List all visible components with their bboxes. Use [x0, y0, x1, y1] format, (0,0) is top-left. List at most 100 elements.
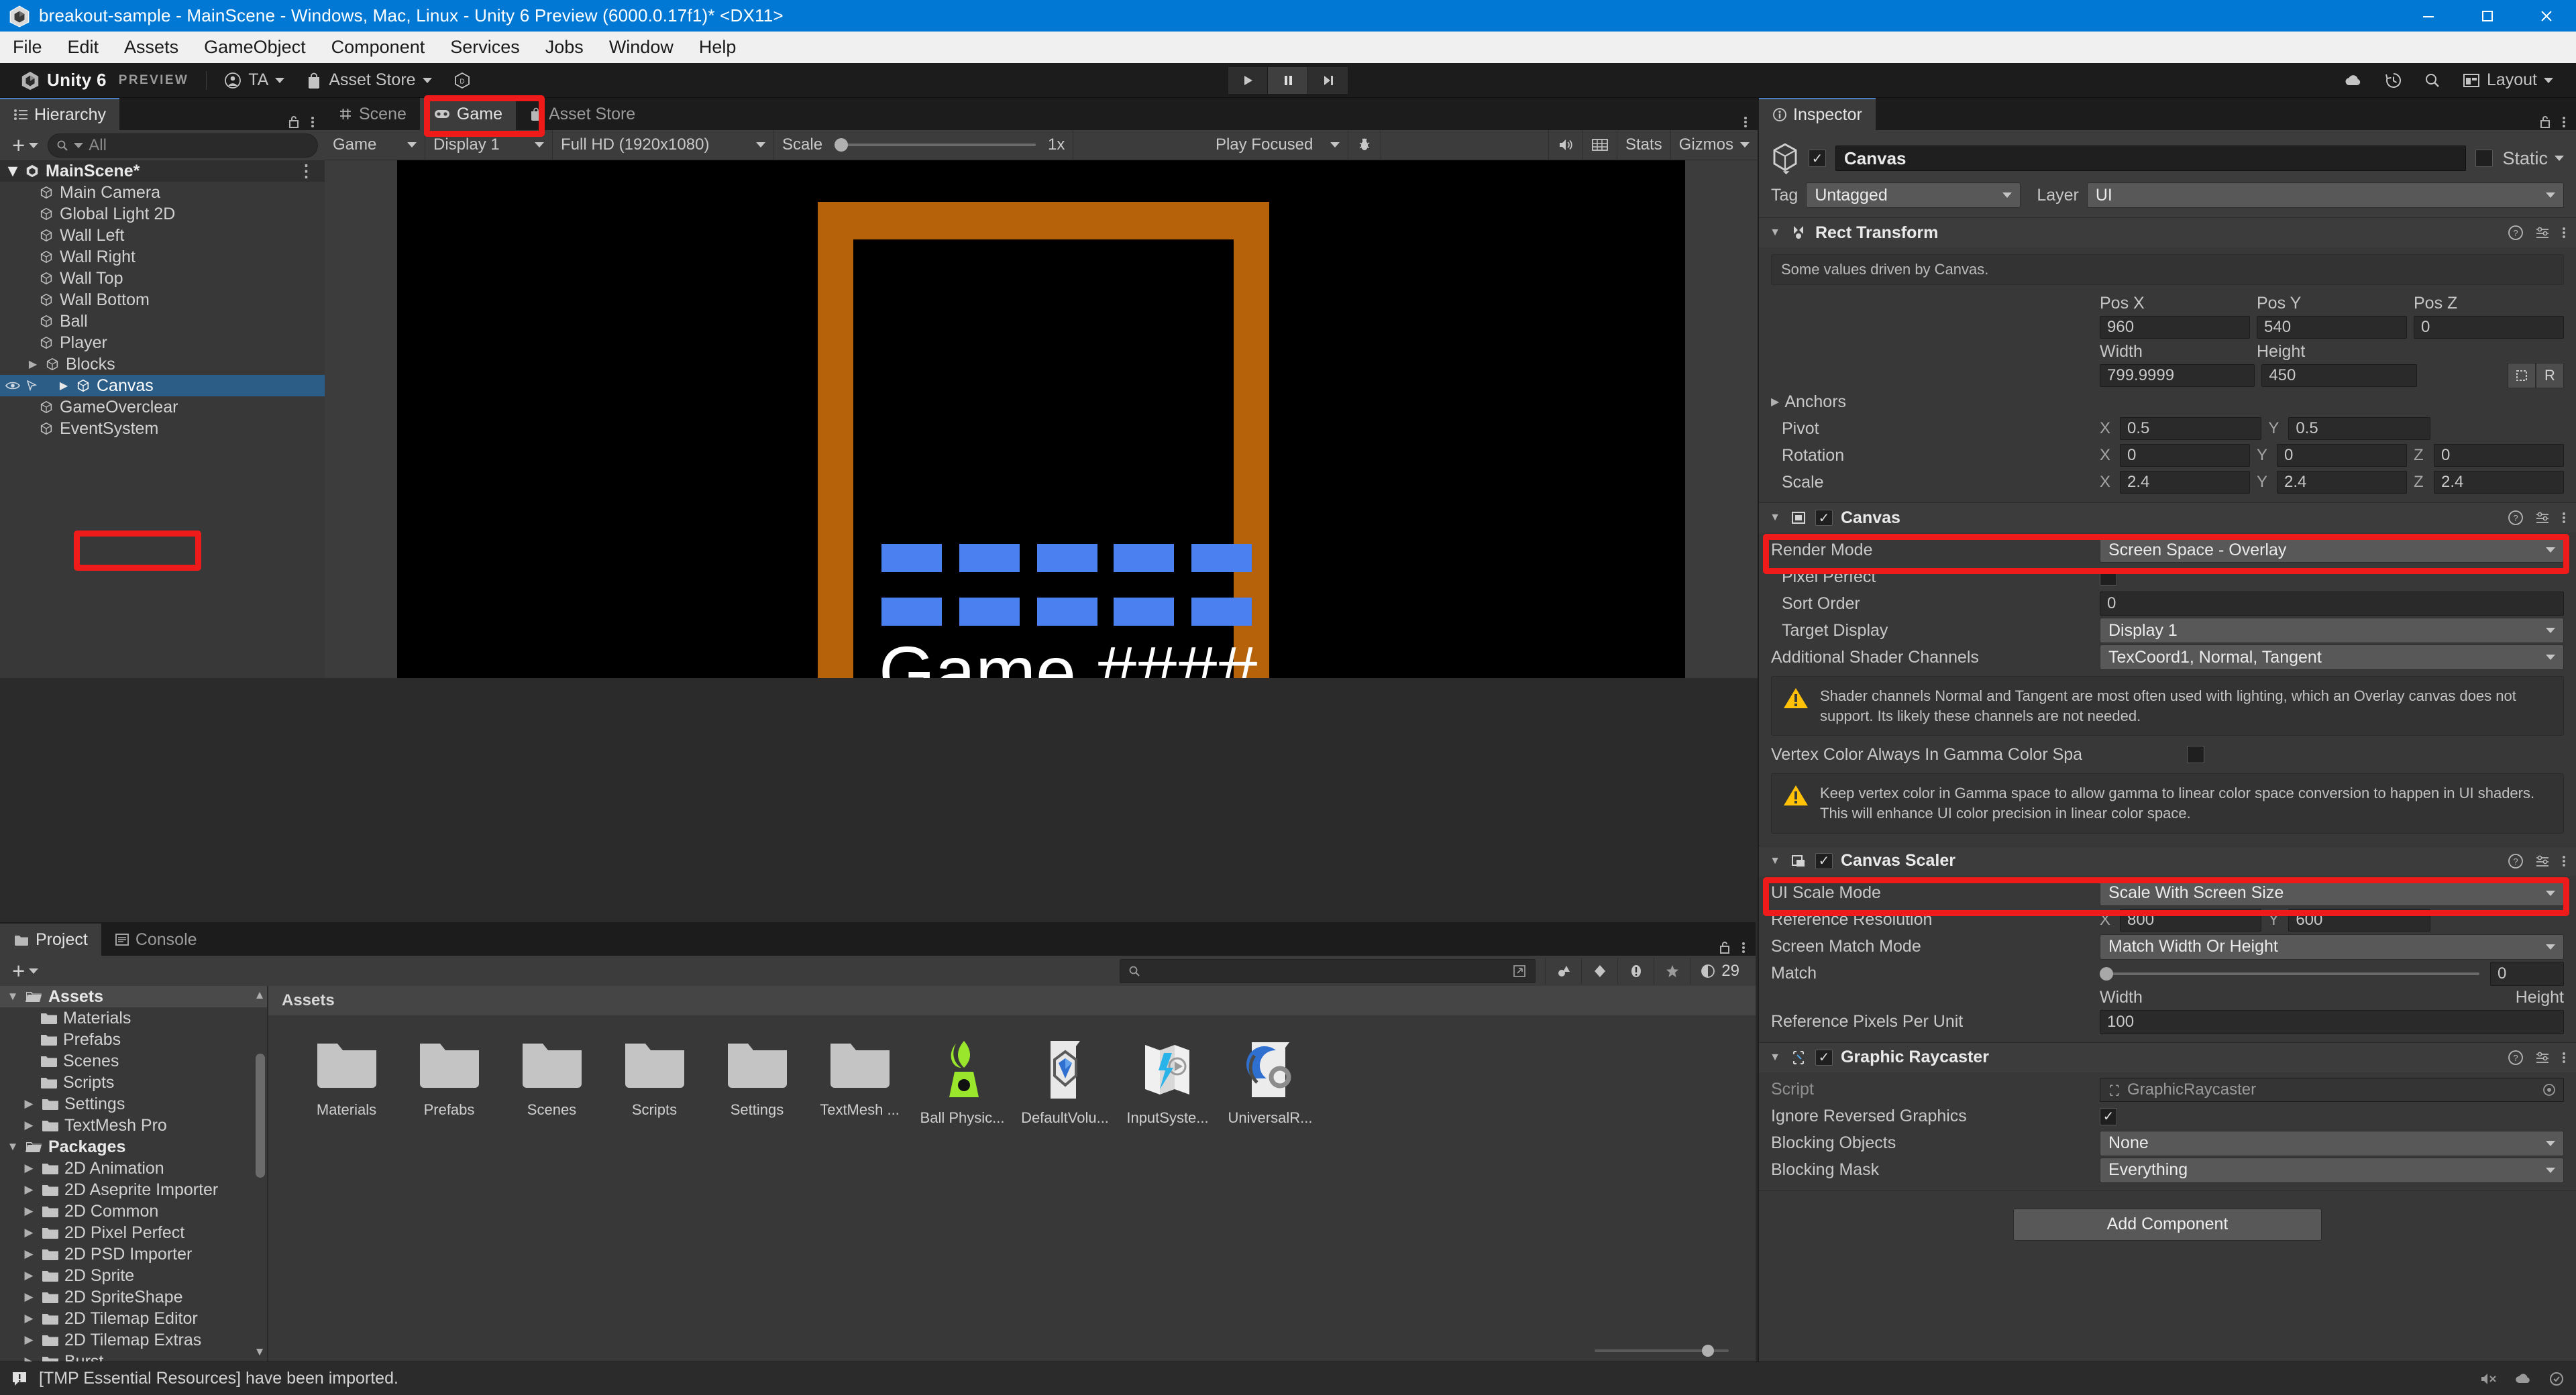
- chevron-expanded-icon[interactable]: ▼: [1768, 512, 1782, 524]
- project-tree-item-2d-tilemap-editor[interactable]: ▶ 2D Tilemap Editor: [0, 1308, 267, 1329]
- project-tree-item-2d-common[interactable]: ▶ 2D Common: [0, 1201, 267, 1222]
- project-tree-item-scripts[interactable]: Scripts: [0, 1072, 267, 1093]
- chevron-collapsed-icon[interactable]: ▶: [21, 1183, 36, 1196]
- hierarchy-item-gameoverclear[interactable]: GameOverclear: [0, 396, 325, 418]
- chevron-expanded-icon[interactable]: ▼: [1768, 855, 1782, 867]
- screen-match-mode-dropdown[interactable]: Match Width Or Height: [2100, 934, 2564, 960]
- gameview-mute-button[interactable]: [1549, 129, 1583, 160]
- hierarchy-add-button[interactable]: +: [7, 133, 44, 158]
- help-icon[interactable]: ?: [2508, 225, 2524, 241]
- scroll-up-arrow-icon[interactable]: ▲: [252, 989, 267, 1002]
- chevron-collapsed-icon[interactable]: ▶: [1771, 395, 1779, 408]
- hierarchy-item-ball[interactable]: Ball: [0, 311, 325, 332]
- asset-item-materials[interactable]: Materials: [295, 1040, 398, 1127]
- chevron-collapsed-icon[interactable]: ▶: [21, 1226, 36, 1239]
- hierarchy-item-player[interactable]: Player: [0, 332, 325, 353]
- chevron-expanded-icon[interactable]: ▼: [5, 162, 21, 181]
- target-display-dropdown[interactable]: Display 1: [2100, 618, 2564, 643]
- preset-icon[interactable]: [2534, 225, 2551, 241]
- hierarchy-item-blocks[interactable]: ▶ Blocks: [0, 353, 325, 375]
- blocking-objects-dropdown[interactable]: None: [2100, 1130, 2564, 1156]
- graphic-raycaster-enabled-checkbox[interactable]: ✓: [1815, 1049, 1833, 1066]
- tab-console[interactable]: Console: [101, 924, 211, 956]
- component-header[interactable]: ▼ ✓ Graphic Raycaster ?: [1759, 1042, 2576, 1072]
- static-checkbox[interactable]: [2475, 150, 2493, 167]
- project-tree-item-scenes[interactable]: Scenes: [0, 1050, 267, 1072]
- menu-item-gameobject[interactable]: GameObject: [191, 32, 319, 63]
- kebab-menu-icon[interactable]: [2561, 853, 2567, 869]
- hierarchy-item-wall-top[interactable]: Wall Top: [0, 268, 325, 289]
- asset-item-scripts[interactable]: Scripts: [603, 1040, 706, 1127]
- render-mode-dropdown[interactable]: Screen Space - Overlay: [2100, 537, 2564, 563]
- project-tree-item-settings[interactable]: ▶ Settings: [0, 1093, 267, 1115]
- menu-item-jobs[interactable]: Jobs: [533, 32, 596, 63]
- gameview-stats-button[interactable]: Stats: [1617, 129, 1671, 160]
- tab-asset-store[interactable]: Asset Store: [515, 98, 649, 130]
- lock-icon[interactable]: [2538, 114, 2552, 130]
- lock-icon[interactable]: [1718, 940, 1731, 956]
- devops-button[interactable]: D: [443, 66, 482, 95]
- project-tree-item-prefabs[interactable]: Prefabs: [0, 1029, 267, 1050]
- asset-zoom-slider[interactable]: [1595, 1345, 1729, 1357]
- cloud-button[interactable]: [2332, 66, 2374, 95]
- kebab-menu-icon[interactable]: [2561, 225, 2567, 241]
- account-button[interactable]: TA: [213, 66, 295, 95]
- eye-icon[interactable]: [5, 380, 20, 391]
- hierarchy-item-wall-bottom[interactable]: Wall Bottom: [0, 289, 325, 311]
- script-object-field[interactable]: GraphicRaycaster: [2100, 1077, 2564, 1102]
- project-tree-item-2d-spriteshape[interactable]: ▶ 2D SpriteShape: [0, 1286, 267, 1308]
- reference-resolution-x-field[interactable]: 800: [2120, 908, 2262, 932]
- project-tree-scrollbar-thumb[interactable]: [256, 1054, 265, 1178]
- component-header[interactable]: ▼ Rect Transform ?: [1759, 218, 2576, 247]
- asset-item-textmesh-pro[interactable]: TextMesh ...: [808, 1040, 911, 1127]
- asset-item-universal-render-pipeline[interactable]: UniversalR...: [1219, 1040, 1322, 1127]
- asset-item-ball-physics-material[interactable]: Ball Physic...: [911, 1040, 1014, 1127]
- rotation-y-field[interactable]: 0: [2277, 444, 2407, 467]
- menu-item-assets[interactable]: Assets: [111, 32, 191, 63]
- project-tree-item-burst[interactable]: ▶ Burst: [0, 1351, 267, 1361]
- chevron-collapsed-icon[interactable]: ▶: [58, 379, 70, 392]
- pixel-perfect-checkbox[interactable]: [2100, 568, 2117, 585]
- chevron-collapsed-icon[interactable]: ▶: [21, 1205, 36, 1218]
- cloud-status-icon[interactable]: [2514, 1371, 2532, 1387]
- chevron-collapsed-icon[interactable]: ▶: [27, 357, 39, 371]
- tab-scene[interactable]: Scene: [325, 98, 420, 130]
- match-value-field[interactable]: 0: [2490, 961, 2564, 986]
- project-tree-item-2d-aseprite-importer[interactable]: ▶ 2D Aseprite Importer: [0, 1179, 267, 1201]
- chevron-expanded-icon[interactable]: ▼: [1768, 227, 1782, 239]
- pivot-x-field[interactable]: 0.5: [2120, 417, 2262, 440]
- step-button[interactable]: [1308, 66, 1348, 95]
- hierarchy-item-global-light-2d[interactable]: Global Light 2D: [0, 203, 325, 225]
- canvas-enabled-checkbox[interactable]: ✓: [1815, 510, 1833, 526]
- chevron-expanded-icon[interactable]: ▼: [5, 1140, 20, 1154]
- hierarchy-item-eventsystem[interactable]: EventSystem: [0, 418, 325, 439]
- asset-item-input-system-actions[interactable]: InputSyste...: [1116, 1040, 1219, 1127]
- canvas-scaler-enabled-checkbox[interactable]: ✓: [1815, 852, 1833, 869]
- object-name-field[interactable]: Canvas: [1835, 146, 2467, 171]
- gameview-debug-button[interactable]: [1348, 129, 1381, 160]
- match-slider-knob[interactable]: [2100, 966, 2113, 981]
- gameview-mode-dropdown[interactable]: Game: [325, 129, 425, 160]
- menu-item-services[interactable]: Services: [437, 32, 533, 63]
- pos-y-field[interactable]: 540: [2257, 316, 2407, 339]
- layout-button[interactable]: Layout: [2452, 66, 2564, 95]
- object-enabled-checkbox[interactable]: ✓: [1809, 150, 1826, 167]
- project-add-button[interactable]: +: [7, 959, 44, 983]
- hierarchy-search-input[interactable]: All: [48, 133, 318, 158]
- maximize-button[interactable]: [2458, 0, 2517, 32]
- tab-inspector[interactable]: Inspector: [1759, 98, 1876, 130]
- asset-item-settings[interactable]: Settings: [706, 1040, 808, 1127]
- blocking-mask-dropdown[interactable]: Everything: [2100, 1157, 2564, 1183]
- ui-scale-mode-dropdown[interactable]: Scale With Screen Size: [2100, 880, 2564, 906]
- chevron-collapsed-icon[interactable]: ▶: [21, 1119, 36, 1132]
- pivot-y-field[interactable]: 0.5: [2288, 417, 2430, 440]
- chevron-collapsed-icon[interactable]: ▶: [21, 1097, 36, 1111]
- gameview-display-dropdown[interactable]: Display 1: [425, 129, 553, 160]
- project-tree-item-materials[interactable]: Materials: [0, 1007, 267, 1029]
- visibility-toggles[interactable]: [5, 380, 38, 391]
- asset-item-default-volume-profile[interactable]: DefaultVolu...: [1014, 1040, 1116, 1127]
- search-button[interactable]: [2413, 66, 2452, 95]
- preset-icon[interactable]: [2534, 510, 2551, 526]
- scale-x-field[interactable]: 2.4: [2120, 471, 2250, 494]
- history-button[interactable]: [2374, 66, 2413, 95]
